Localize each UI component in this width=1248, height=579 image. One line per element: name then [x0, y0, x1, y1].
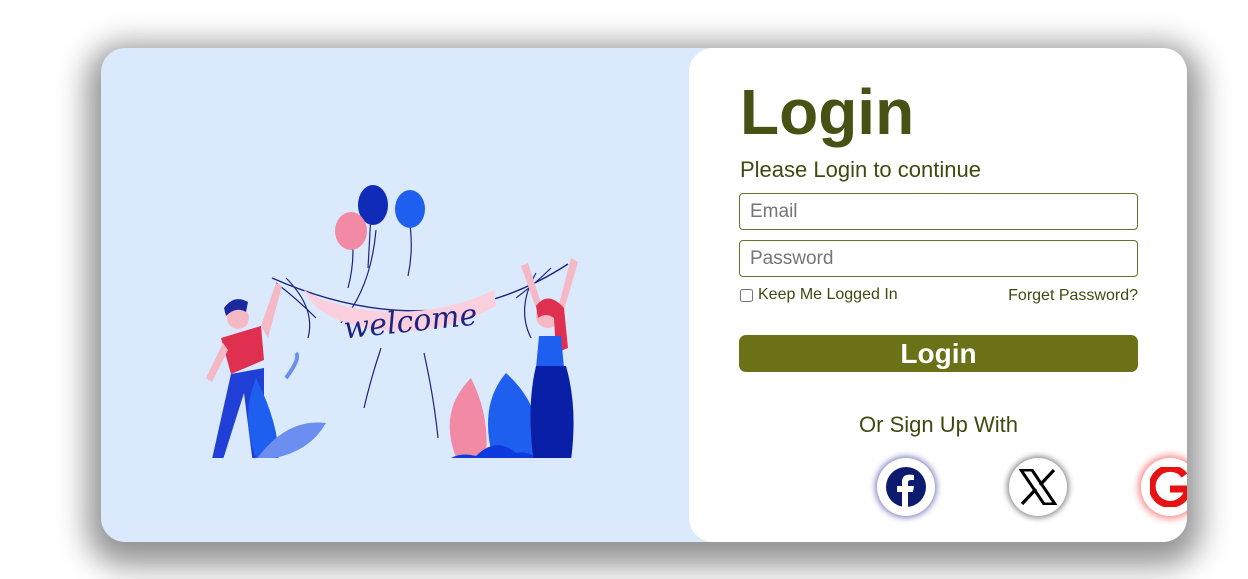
page-title: Login: [740, 76, 915, 148]
welcome-illustration: welcome: [101, 48, 701, 542]
welcome-party-image: welcome: [206, 185, 578, 458]
x-icon: [1019, 469, 1057, 505]
keep-logged-in-option[interactable]: Keep Me Logged In: [740, 286, 898, 304]
keep-logged-in-label: Keep Me Logged In: [758, 286, 898, 303]
facebook-icon: [886, 467, 926, 507]
login-card: welcome Login Please Login to continue E…: [101, 48, 1187, 542]
login-subtitle: Please Login to continue: [740, 157, 981, 182]
google-signup-button[interactable]: [1141, 458, 1187, 516]
password-field[interactable]: [739, 240, 1138, 277]
facebook-signup-button[interactable]: [877, 458, 935, 516]
x-signup-button[interactable]: [1009, 458, 1067, 516]
google-icon: [1150, 467, 1187, 507]
login-button[interactable]: Login: [739, 335, 1138, 372]
email-field[interactable]: [739, 193, 1138, 230]
social-signup-heading: Or Sign Up With: [859, 412, 1018, 437]
keep-logged-in-checkbox[interactable]: [740, 288, 753, 302]
login-form-panel: Login Please Login to continue Keep Me L…: [689, 48, 1187, 542]
banner-text: welcome: [342, 298, 479, 347]
forgot-password-link[interactable]: Forget Password?: [1008, 287, 1138, 305]
